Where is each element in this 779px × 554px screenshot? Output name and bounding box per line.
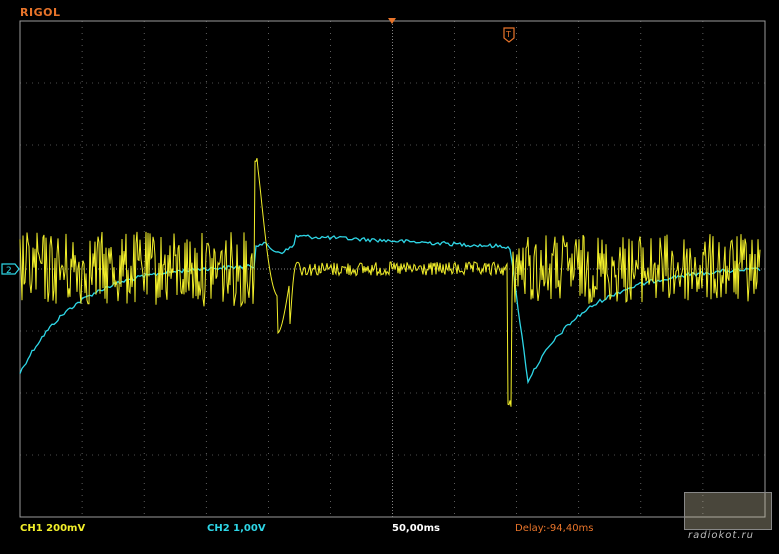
ch2-waveform xyxy=(19,234,761,385)
ch2-ground-marker[interactable]: 2 xyxy=(1,263,20,276)
oscilloscope-screen[interactable]: 2 T xyxy=(0,0,779,554)
watermark-logo-icon xyxy=(684,492,772,530)
ch2-ground-marker-label: 2 xyxy=(6,266,12,276)
delay-readout[interactable]: Delay:-94,40ms xyxy=(515,523,594,534)
watermark: radiokot.ru xyxy=(684,492,772,548)
ch2-scale-readout[interactable]: CH2 1,00V xyxy=(207,523,266,534)
ch1-scale-readout[interactable]: CH1 200mV xyxy=(20,523,85,534)
watermark-site: radiokot.ru xyxy=(688,530,754,541)
timebase-readout[interactable]: 50,00ms xyxy=(392,523,440,534)
ch1-waveform xyxy=(19,158,761,407)
trigger-level-marker-label: T xyxy=(505,30,511,39)
trigger-level-marker[interactable]: T xyxy=(503,27,515,43)
